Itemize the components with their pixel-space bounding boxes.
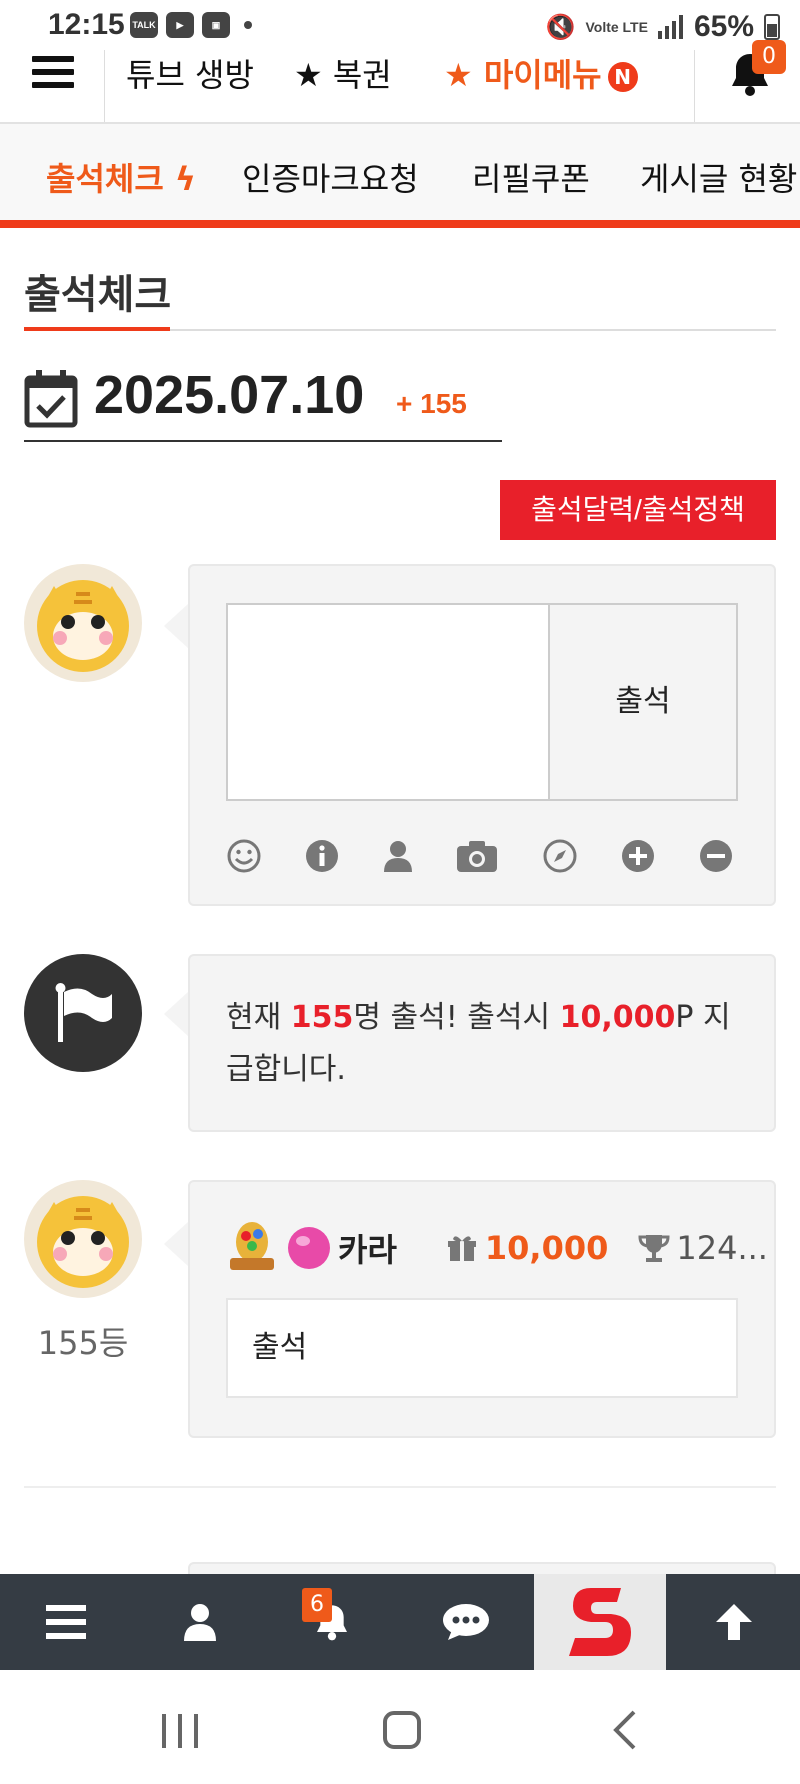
entry-meta: 카라 10,000 124... [226, 1220, 768, 1276]
bottom-menu-button[interactable] [0, 1574, 132, 1670]
camera-icon[interactable] [456, 838, 498, 874]
top-nav-item-my-menu[interactable]: ★ 마이메뉴 N [444, 50, 638, 96]
status-bar: 12:15 TALK ▶ ▣ 🔇 Volte LTE 65% [0, 0, 800, 50]
more-dot-icon [244, 21, 252, 29]
bubble-arrow [164, 992, 188, 1036]
trophy-icon [638, 1235, 670, 1262]
entry-message: 출석 [226, 1298, 738, 1398]
arrow-up-icon [716, 1604, 752, 1640]
my-menu-label: ★ 마이메뉴 [444, 56, 602, 94]
date-underline [24, 440, 502, 442]
top-nav-item-lottery[interactable]: ★ 복권 [294, 50, 392, 96]
top-nav-item-tube-live[interactable]: 튜브 생방 [126, 50, 254, 96]
user-icon[interactable] [380, 838, 416, 874]
mute-icon: 🔇 [545, 13, 576, 41]
attendance-rank: 155등 [37, 1324, 129, 1362]
battery-percent: 65% [693, 10, 754, 43]
back-icon[interactable] [612, 1710, 638, 1750]
smile-icon[interactable] [226, 838, 262, 874]
gift-icon [447, 1236, 476, 1261]
pink-orb-icon [288, 1227, 330, 1269]
chat-icon [443, 1604, 489, 1640]
bubble-arrow [164, 604, 188, 648]
title-underline-accent [24, 327, 170, 331]
status-right: 🔇 Volte LTE 65% [546, 10, 780, 44]
calendar-check-icon [24, 370, 78, 428]
avatar [24, 1180, 142, 1298]
scroll-top-button[interactable] [668, 1574, 800, 1670]
system-nav-bar [0, 1670, 800, 1784]
battery-icon [764, 14, 780, 40]
attendance-comment-input[interactable] [226, 603, 550, 801]
bottom-user-button[interactable] [134, 1574, 266, 1670]
top-nav: 튜브 생방 ★ 복권 ★ 마이메뉴 N 0 [0, 40, 800, 124]
compass-icon[interactable] [542, 838, 578, 874]
sub-nav-item-cert-mark[interactable]: 인증마크요청 [242, 154, 419, 200]
lightning-icon: ϟ [174, 160, 197, 198]
divider [694, 50, 695, 122]
info-icon[interactable] [304, 838, 340, 874]
attendance-count: + 155 [396, 388, 467, 419]
network-label: Volte LTE [585, 19, 648, 35]
talk-icon: TALK [130, 12, 158, 38]
sub-nav: 출석체크 ϟ 인증마크요청 리필쿠폰 게시글 현황 [0, 124, 800, 228]
minus-circle-icon[interactable] [698, 838, 734, 874]
notice-avatar [24, 954, 142, 1072]
bottom-notification-button[interactable] [266, 1574, 398, 1670]
divider [24, 1486, 776, 1488]
s-logo-icon [569, 1588, 631, 1656]
user-icon [184, 1604, 216, 1641]
sub-nav-item-attendance[interactable]: 출석체크 ϟ [46, 154, 196, 200]
avatar [24, 564, 142, 682]
bottom-toolbar [0, 1574, 800, 1670]
attendance-date: 2025.07.10 [94, 365, 365, 425]
bottom-chat-button[interactable] [400, 1574, 532, 1670]
bell-badge: 0 [752, 40, 786, 74]
sub-nav-item-refill-coupon[interactable]: 리필쿠폰 [472, 154, 590, 200]
notification-count-badge: 6 [302, 1588, 332, 1622]
level-badge-icon [230, 1222, 274, 1270]
bottom-logo-button[interactable] [534, 1574, 666, 1670]
attendance-tab-label: 출석체크 [46, 160, 164, 198]
divider [104, 50, 105, 122]
new-badge: N [607, 62, 638, 92]
menu-icon[interactable] [32, 56, 74, 92]
page-title: 출석체크 [24, 272, 172, 318]
notice-text: 현재 155명 출석! 출석시 10,000P 지급합니다. [226, 1000, 731, 1087]
status-notification-icons: TALK ▶ ▣ [130, 12, 252, 38]
plus-circle-icon[interactable] [620, 838, 656, 874]
attendance-calendar-policy-button[interactable]: 출석달력/출석정책 [500, 480, 776, 540]
gallery-icon: ▣ [202, 12, 230, 38]
status-time: 12:15 [48, 8, 125, 41]
entry-trophy-count: 124... [676, 1229, 768, 1267]
attendance-submit-button[interactable]: 출석 [548, 603, 738, 801]
notice-points: 10,000 [559, 1000, 676, 1035]
youtube-icon: ▶ [166, 12, 194, 38]
bubble-arrow [164, 1222, 188, 1266]
menu-icon [46, 1605, 86, 1639]
entry-points: 10,000 [484, 1229, 609, 1267]
home-icon[interactable] [382, 1710, 422, 1750]
recent-apps-icon[interactable] [160, 1712, 200, 1750]
entry-nickname[interactable]: 카라 [338, 1225, 397, 1271]
sub-nav-item-post-status[interactable]: 게시글 현황 [640, 154, 797, 200]
signal-icon [657, 15, 683, 39]
notice-count: 155 [290, 1000, 354, 1035]
